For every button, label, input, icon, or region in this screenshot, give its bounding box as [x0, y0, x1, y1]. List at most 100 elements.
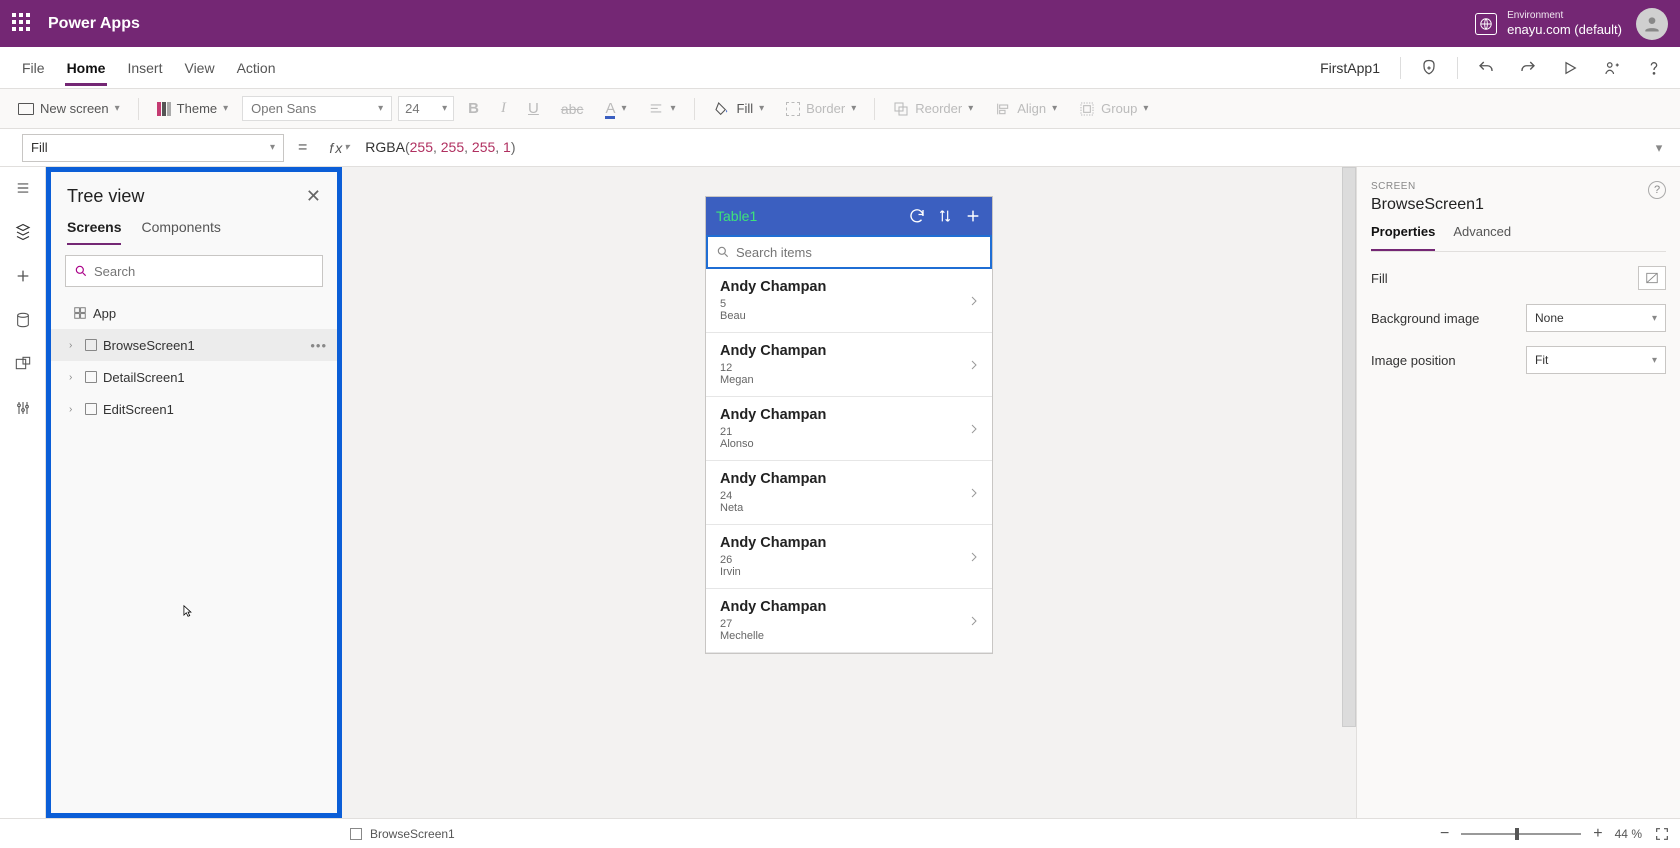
chevron-down-icon: ▾	[759, 103, 764, 114]
gallery-item[interactable]: Andy Champan27Mechelle	[706, 589, 992, 653]
phone-search-input[interactable]	[736, 245, 982, 260]
chevron-down-icon: ▾	[621, 103, 626, 114]
prop-fill-label: Fill	[1371, 271, 1388, 286]
phone-search[interactable]	[706, 235, 992, 269]
user-avatar[interactable]	[1636, 8, 1668, 40]
tree-item-browsescreen[interactable]: › BrowseScreen1 •••	[51, 329, 337, 361]
chevron-down-icon: ▾	[344, 142, 349, 153]
chevron-right-icon[interactable]	[968, 420, 980, 438]
close-icon[interactable]: ✕	[306, 186, 321, 207]
gallery-item-title: Andy Champan	[720, 279, 968, 295]
chevron-down-icon: ▾	[1652, 313, 1657, 324]
help-icon[interactable]	[1640, 54, 1668, 82]
zoom-in-button[interactable]: +	[1593, 825, 1602, 843]
app-launcher-icon[interactable]	[12, 13, 34, 35]
menu-bar: File Home Insert View Action FirstApp1	[0, 47, 1680, 89]
menu-action[interactable]: Action	[235, 50, 278, 86]
chevron-right-icon[interactable]	[968, 612, 980, 630]
tree-item-editscreen[interactable]: › EditScreen1	[51, 393, 337, 425]
formula-expand[interactable]: ▾	[1648, 140, 1680, 156]
gallery-item[interactable]: Andy Champan26Irvin	[706, 525, 992, 589]
gallery-item[interactable]: Andy Champan21Alonso	[706, 397, 992, 461]
formula-input[interactable]: RGBA(255, 255, 255, 1)	[357, 139, 1648, 156]
hamburger-icon[interactable]	[14, 179, 32, 197]
border-button[interactable]: Border ▾	[778, 97, 864, 120]
status-breadcrumb[interactable]: BrowseScreen1	[370, 827, 455, 841]
bgimage-select[interactable]: None ▾	[1526, 304, 1666, 332]
imgpos-select[interactable]: Fit ▾	[1526, 346, 1666, 374]
undo-icon[interactable]	[1472, 54, 1500, 82]
more-icon[interactable]: •••	[310, 338, 327, 353]
strikethrough-button[interactable]: abc	[553, 97, 592, 121]
fill-button[interactable]: Fill ▾	[705, 97, 773, 121]
insert-icon[interactable]	[14, 267, 32, 285]
environment-picker[interactable]: Environment enayu.com (default)	[1475, 10, 1622, 38]
divider	[694, 98, 695, 120]
data-icon[interactable]	[14, 311, 32, 329]
share-icon[interactable]	[1598, 54, 1626, 82]
group-button[interactable]: Group ▾	[1071, 97, 1156, 121]
font-size-select[interactable]: 24 ▾	[398, 96, 454, 121]
gallery-item[interactable]: Andy Champan5Beau	[706, 269, 992, 333]
tab-properties[interactable]: Properties	[1371, 224, 1435, 251]
zoom-out-button[interactable]: −	[1440, 825, 1449, 843]
tree-item-app[interactable]: App	[51, 297, 337, 329]
property-select[interactable]: Fill ▾	[22, 134, 284, 162]
new-screen-button[interactable]: New screen ▾	[10, 97, 128, 120]
add-icon[interactable]	[964, 207, 982, 225]
tab-advanced[interactable]: Advanced	[1453, 224, 1511, 251]
tree-item-label: EditScreen1	[103, 402, 174, 417]
chevron-right-icon[interactable]	[968, 548, 980, 566]
text-align-button[interactable]: ▾	[640, 98, 683, 120]
formula-bar: Fill ▾ = fx ▾ RGBA(255, 255, 255, 1) ▾	[0, 129, 1680, 167]
refresh-icon[interactable]	[908, 207, 926, 225]
tree-item-detailscreen[interactable]: › DetailScreen1	[51, 361, 337, 393]
tree-tab-screens[interactable]: Screens	[67, 219, 121, 245]
gallery-item-line2: Beau	[720, 310, 968, 322]
chevron-right-icon[interactable]	[968, 484, 980, 502]
tree-search-input[interactable]	[94, 264, 314, 279]
tree-item-label: DetailScreen1	[103, 370, 185, 385]
chevron-right-icon[interactable]	[968, 356, 980, 374]
theme-button[interactable]: Theme ▾	[149, 97, 237, 120]
fit-to-screen-icon[interactable]	[1654, 826, 1670, 842]
align-button[interactable]: Align ▾	[987, 97, 1065, 121]
app-file-name[interactable]: FirstApp1	[1320, 60, 1386, 76]
font-select[interactable]: Open Sans ▾	[242, 96, 392, 121]
tree-view-icon[interactable]	[14, 223, 32, 241]
chevron-right-icon[interactable]: ›	[69, 340, 79, 351]
chevron-down-icon: ▾	[223, 103, 228, 114]
font-color-button[interactable]: A ▾	[597, 96, 634, 121]
chevron-right-icon[interactable]	[968, 292, 980, 310]
underline-button[interactable]: U	[520, 96, 547, 121]
app-checker-icon[interactable]	[1415, 54, 1443, 82]
info-icon[interactable]: ?	[1648, 181, 1666, 199]
fill-color-picker[interactable]	[1638, 266, 1666, 290]
menu-view[interactable]: View	[182, 50, 216, 86]
chevron-right-icon[interactable]: ›	[69, 372, 79, 383]
chevron-down-icon: ▾	[115, 103, 120, 114]
tree-search[interactable]	[65, 255, 323, 287]
sort-icon[interactable]	[936, 207, 954, 225]
zoom-slider[interactable]	[1461, 833, 1581, 835]
gallery-item[interactable]: Andy Champan24Neta	[706, 461, 992, 525]
play-icon[interactable]	[1556, 54, 1584, 82]
phone-preview[interactable]: Table1 Andy Champan5BeauAndy Champan12Me…	[706, 197, 992, 653]
canvas[interactable]: Table1 Andy Champan5BeauAndy Champan12Me…	[342, 167, 1356, 818]
redo-icon[interactable]	[1514, 54, 1542, 82]
menu-file[interactable]: File	[20, 50, 47, 86]
canvas-scrollbar[interactable]	[1342, 167, 1356, 818]
menu-home[interactable]: Home	[65, 50, 108, 86]
properties-panel: ? SCREEN BrowseScreen1 Properties Advanc…	[1356, 167, 1680, 818]
reorder-button[interactable]: Reorder ▾	[885, 97, 981, 121]
italic-button[interactable]: I	[493, 96, 514, 121]
advanced-tools-icon[interactable]	[14, 399, 32, 417]
fx-button[interactable]: fx ▾	[321, 140, 357, 156]
divider	[138, 98, 139, 120]
chevron-right-icon[interactable]: ›	[69, 404, 79, 415]
menu-insert[interactable]: Insert	[125, 50, 164, 86]
gallery-item[interactable]: Andy Champan12Megan	[706, 333, 992, 397]
tree-tab-components[interactable]: Components	[141, 219, 220, 245]
bold-button[interactable]: B	[460, 96, 487, 121]
media-icon[interactable]	[14, 355, 32, 373]
